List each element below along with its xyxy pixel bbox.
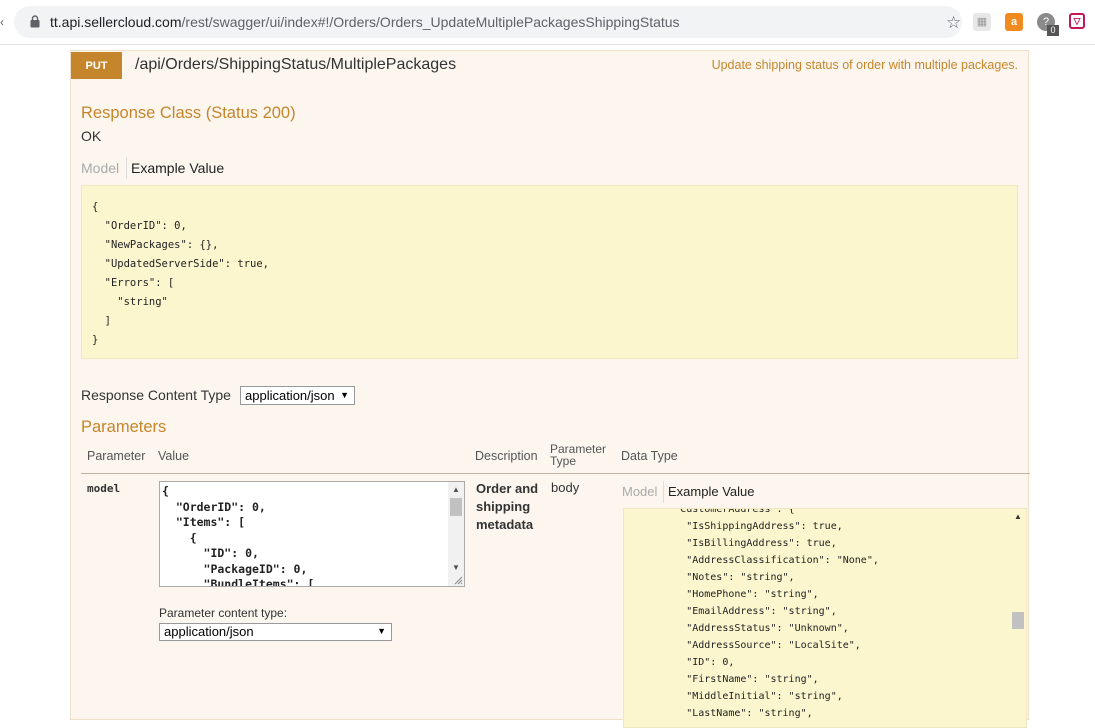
snippet-scrollbar[interactable]: ▲ bbox=[1010, 509, 1026, 727]
data-type-example-snippet[interactable]: "CustomerAddress": { "IsShippingAddress"… bbox=[623, 508, 1027, 728]
param-content-type-label: Parameter content type: bbox=[159, 606, 288, 620]
param-content-type-value: application/json bbox=[164, 624, 254, 639]
scroll-thumb[interactable] bbox=[1012, 612, 1024, 629]
th-value: Value bbox=[158, 449, 190, 463]
param-name: model bbox=[87, 482, 121, 495]
chevron-down-icon: ▼ bbox=[340, 390, 349, 400]
address-bar[interactable]: tt.api.sellercloud.com/rest/swagger/ui/i… bbox=[14, 6, 962, 38]
th-data-type: Data Type bbox=[621, 449, 678, 463]
endpoint-path[interactable]: /api/Orders/ShippingStatus/MultiplePacka… bbox=[135, 56, 456, 74]
param-description: Order and shipping metadata bbox=[476, 481, 539, 532]
parameters-heading: Parameters bbox=[81, 418, 167, 436]
table-header-divider bbox=[81, 473, 1030, 474]
response-class-value: OK bbox=[81, 128, 102, 144]
operation-heading[interactable]: PUT /api/Orders/ShippingStatus/MultipleP… bbox=[71, 51, 1028, 79]
bookmark-star-icon[interactable]: ☆ bbox=[946, 13, 961, 33]
model-tab[interactable]: Model bbox=[81, 160, 119, 176]
th-parameter-type-2: Type bbox=[550, 454, 577, 468]
param-type: body bbox=[551, 480, 580, 495]
back-icon[interactable]: ‹ bbox=[0, 15, 6, 29]
operation-summary[interactable]: Update shipping status of order with mul… bbox=[712, 58, 1018, 72]
extension-pocket-icon[interactable]: ▽ bbox=[1069, 13, 1085, 29]
url-path: /rest/swagger/ui/index#!/Orders/Orders_U… bbox=[181, 14, 680, 30]
resize-grip-icon[interactable] bbox=[453, 575, 463, 585]
url-host: tt.api.sellercloud.com bbox=[50, 14, 182, 30]
url-text: tt.api.sellercloud.com/rest/swagger/ui/i… bbox=[50, 14, 680, 30]
http-method-badge[interactable]: PUT bbox=[71, 52, 122, 79]
response-class-heading: Response Class (Status 200) bbox=[81, 104, 296, 122]
tab-divider bbox=[126, 157, 127, 179]
operation-panel: PUT /api/Orders/ShippingStatus/MultipleP… bbox=[70, 50, 1030, 728]
param-value-textarea[interactable]: { "OrderID": 0, "Items": [ { "ID": 0, "P… bbox=[159, 481, 465, 587]
response-example-snippet[interactable]: { "OrderID": 0, "NewPackages": {}, "Upda… bbox=[81, 185, 1018, 359]
param-value-text: { "OrderID": 0, "Items": [ { "ID": 0, "P… bbox=[162, 484, 315, 587]
scroll-up-icon[interactable]: ▲ bbox=[452, 485, 460, 494]
tab-divider bbox=[663, 481, 664, 503]
response-content-type-value: application/json bbox=[245, 388, 335, 403]
th-parameter: Parameter bbox=[87, 449, 146, 463]
data-type-model-tab[interactable]: Model bbox=[622, 484, 657, 499]
scroll-down-icon[interactable]: ▼ bbox=[452, 563, 460, 572]
data-type-example-json: "CustomerAddress": { "IsShippingAddress"… bbox=[674, 508, 879, 719]
th-description: Description bbox=[475, 449, 538, 463]
example-value-tab[interactable]: Example Value bbox=[131, 160, 224, 176]
response-content-type-select[interactable]: application/json ▼ bbox=[240, 386, 355, 405]
browser-toolbar: ‹ tt.api.sellercloud.com/rest/swagger/ui… bbox=[0, 0, 1095, 45]
scroll-thumb[interactable] bbox=[450, 498, 462, 516]
textarea-scrollbar[interactable]: ▲ ▼ bbox=[448, 482, 464, 586]
response-example-json: { "OrderID": 0, "NewPackages": {}, "Upda… bbox=[92, 201, 270, 346]
data-type-example-value-tab[interactable]: Example Value bbox=[668, 484, 754, 499]
extension-grid-icon[interactable]: ▦ bbox=[973, 13, 991, 31]
extension-bag-icon[interactable]: a bbox=[1005, 13, 1023, 31]
lock-icon bbox=[30, 15, 40, 28]
chevron-down-icon: ▼ bbox=[377, 626, 386, 636]
extension-badge: 0 bbox=[1047, 25, 1059, 36]
response-content-type-label: Response Content Type bbox=[81, 387, 231, 403]
param-content-type-select[interactable]: application/json ▼ bbox=[159, 623, 392, 641]
scroll-up-icon[interactable]: ▲ bbox=[1014, 512, 1022, 521]
